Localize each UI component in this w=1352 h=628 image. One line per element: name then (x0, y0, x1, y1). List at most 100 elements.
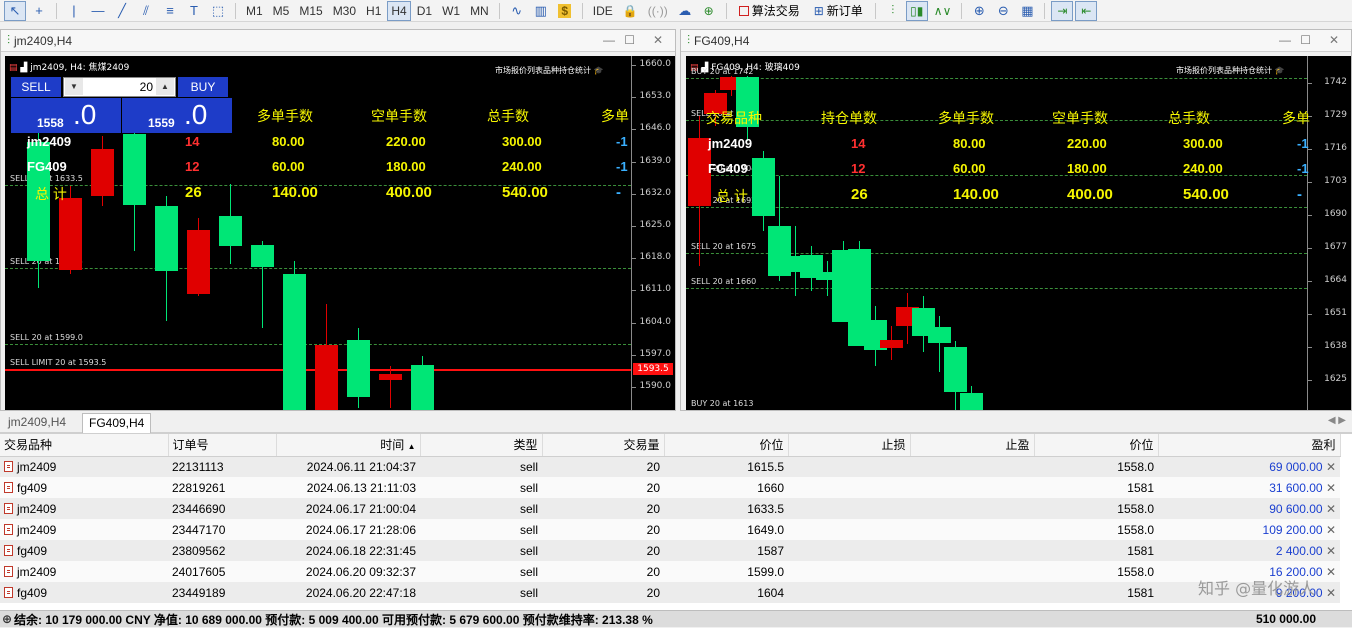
chart-shift-icon[interactable]: ⇤ (1075, 0, 1098, 21)
candlestick-icon[interactable]: ▯▮ (905, 0, 928, 21)
tab-scroll-arrows[interactable]: ◀ ▶ (1328, 415, 1346, 426)
trendline-icon[interactable]: ╱ (111, 1, 133, 21)
timeframe-mn[interactable]: MN (466, 1, 493, 21)
timeframe-m30[interactable]: M30 (329, 1, 360, 21)
close-icon[interactable]: ✕ (1329, 33, 1339, 47)
cell-take-profit[interactable] (910, 561, 1034, 582)
tab-jm2409[interactable]: jm2409,H4 (2, 413, 72, 433)
close-position-icon[interactable]: ✕ (1326, 502, 1336, 516)
col-profit[interactable]: 盈利 (1158, 434, 1341, 457)
cell-take-profit[interactable] (910, 519, 1034, 540)
new-order-button[interactable]: ⊞ 新订单 (808, 1, 869, 21)
table-row[interactable]: fg409 22819261 2024.06.13 21:11:03 sell … (0, 477, 1340, 498)
signal-icon[interactable]: ((·)) (644, 1, 672, 21)
bar-chart-icon[interactable]: ⫶ (882, 1, 904, 21)
line-chart-icon[interactable]: ∧∨ (930, 1, 956, 21)
fibonacci-icon[interactable]: ≡ (159, 1, 181, 21)
close-position-icon[interactable]: ✕ (1326, 523, 1336, 537)
timeframe-w1[interactable]: W1 (438, 1, 464, 21)
cell-stop-loss[interactable] (788, 498, 910, 519)
close-position-icon[interactable]: ✕ (1326, 544, 1336, 558)
order-line[interactable] (686, 288, 1307, 289)
timeframe-m5[interactable]: M5 (269, 1, 294, 21)
shapes-icon[interactable]: ⬚ (207, 1, 229, 21)
maximize-icon[interactable]: ☐ (624, 33, 635, 47)
horizontal-line-icon[interactable]: — (87, 1, 109, 21)
table-row[interactable]: fg409 23809562 2024.06.18 22:31:45 sell … (0, 540, 1340, 561)
tab-fg409[interactable]: FG409,H4 (82, 413, 152, 433)
col-type[interactable]: 类型 (420, 434, 543, 457)
chart-window-jm2409[interactable]: ⫶ jm2409,H4 — ☐ ✕ ▤ ▟ jm2409, H4: 焦煤2409… (0, 29, 676, 411)
lot-increase-icon[interactable]: ▲ (156, 78, 174, 95)
order-line[interactable] (686, 120, 1307, 121)
col-take-profit[interactable]: 止盈 (910, 434, 1035, 457)
channel-icon[interactable]: ⫽ (135, 1, 157, 21)
cell-take-profit[interactable] (910, 582, 1034, 603)
cloud-icon[interactable]: ☁ (674, 1, 696, 21)
close-position-icon[interactable]: ✕ (1326, 586, 1336, 600)
buy-button[interactable]: BUY (178, 77, 228, 97)
ide-button[interactable]: IDE (589, 1, 617, 21)
lot-decrease-icon[interactable]: ▼ (65, 78, 83, 95)
table-row[interactable]: fg409 23449189 2024.06.20 22:47:18 sell … (0, 582, 1340, 603)
cell-stop-loss[interactable] (788, 582, 910, 603)
expand-icon[interactable]: ⊕ (2, 612, 12, 626)
table-row[interactable]: jm2409 23446690 2024.06.17 21:00:04 sell… (0, 498, 1340, 519)
table-row[interactable]: jm2409 22131113 2024.06.11 21:04:37 sell… (0, 456, 1340, 477)
col-current-price[interactable]: 价位 (1034, 434, 1159, 457)
timeframe-h1[interactable]: H1 (362, 1, 385, 21)
col-symbol[interactable]: 交易品种 (0, 434, 169, 457)
order-line[interactable] (686, 78, 1307, 79)
indicators-icon[interactable]: ∿ (506, 1, 528, 21)
timeframe-d1[interactable]: D1 (413, 1, 436, 21)
col-volume[interactable]: 交易量 (542, 434, 665, 457)
cell-take-profit[interactable] (910, 498, 1034, 519)
minimize-icon[interactable]: — (1279, 33, 1291, 47)
timeframe-h4[interactable]: H4 (387, 0, 411, 21)
col-ticket[interactable]: 订单号 (168, 434, 277, 457)
cell-stop-loss[interactable] (788, 477, 910, 498)
price-chart[interactable]: ▤ ▟ jm2409, H4: 焦煤2409 市场报价列表品种持仓统计 🎓 16… (5, 56, 675, 410)
text-icon[interactable]: T (183, 1, 205, 21)
lock-icon[interactable]: 🔒 (619, 1, 642, 21)
table-row[interactable]: jm2409 24017605 2024.06.20 09:32:37 sell… (0, 561, 1340, 582)
algo-trading-button[interactable]: 算法交易 (733, 1, 806, 21)
sell-button[interactable]: SELL (11, 77, 61, 97)
cell-take-profit[interactable] (910, 477, 1034, 498)
crosshair-icon[interactable]: + (28, 1, 50, 21)
cell-stop-loss[interactable] (788, 519, 910, 540)
price-axis[interactable]: 1660.0 1653.0 1646.0 1639.0 1632.0 1625.0 1618… (631, 56, 675, 410)
vertical-line-icon[interactable]: | (63, 1, 85, 21)
cell-take-profit[interactable] (910, 540, 1034, 561)
close-position-icon[interactable]: ✕ (1326, 481, 1336, 495)
minimize-icon[interactable]: — (603, 33, 615, 47)
auto-scroll-icon[interactable]: ⇥ (1051, 0, 1074, 21)
col-stop-loss[interactable]: 止损 (788, 434, 911, 457)
close-icon[interactable]: ✕ (653, 33, 663, 47)
cell-stop-loss[interactable] (788, 540, 910, 561)
cell-stop-loss[interactable] (788, 561, 910, 582)
chart-templates-icon[interactable]: ▥ (530, 1, 552, 21)
close-position-icon[interactable]: ✕ (1326, 460, 1336, 474)
price-chart[interactable]: ▤ ▟ FG409, H4: 玻璃409 市场报价列表品种持仓统计 🎓 1742… (686, 56, 1351, 410)
dollar-icon[interactable]: $ (554, 1, 576, 21)
close-position-icon[interactable]: ✕ (1326, 565, 1336, 579)
chart-window-fg409[interactable]: ⫶ FG409,H4 — ☐ ✕ ▤ ▟ FG409, H4: 玻璃409 市场… (680, 29, 1352, 411)
zoom-out-icon[interactable]: ⊖ (992, 1, 1014, 21)
col-open-price[interactable]: 价位 (664, 434, 789, 457)
cell-take-profit[interactable] (910, 456, 1034, 477)
price-axis[interactable]: 1742 1729 1716 1703 1690 1677 1664 1651 1638 1625 (1307, 56, 1351, 410)
cell-stop-loss[interactable] (788, 456, 910, 477)
col-time[interactable]: 时间 ▲ (276, 434, 421, 457)
timeframe-m1[interactable]: M1 (242, 1, 267, 21)
order-line[interactable] (5, 268, 631, 269)
zoom-in-icon[interactable]: ⊕ (968, 1, 990, 21)
grid-icon[interactable]: ▦ (1016, 1, 1038, 21)
table-row[interactable]: jm2409 23447170 2024.06.17 21:28:06 sell… (0, 519, 1340, 540)
maximize-icon[interactable]: ☐ (1300, 33, 1311, 47)
bid-price-display[interactable]: 1558 .0 (11, 98, 121, 133)
vps-icon[interactable]: ⊕ (698, 1, 720, 21)
cursor-icon[interactable]: ↖ (4, 0, 26, 21)
timeframe-m15[interactable]: M15 (295, 1, 326, 21)
ask-price-display[interactable]: 1559 .0 (122, 98, 232, 133)
